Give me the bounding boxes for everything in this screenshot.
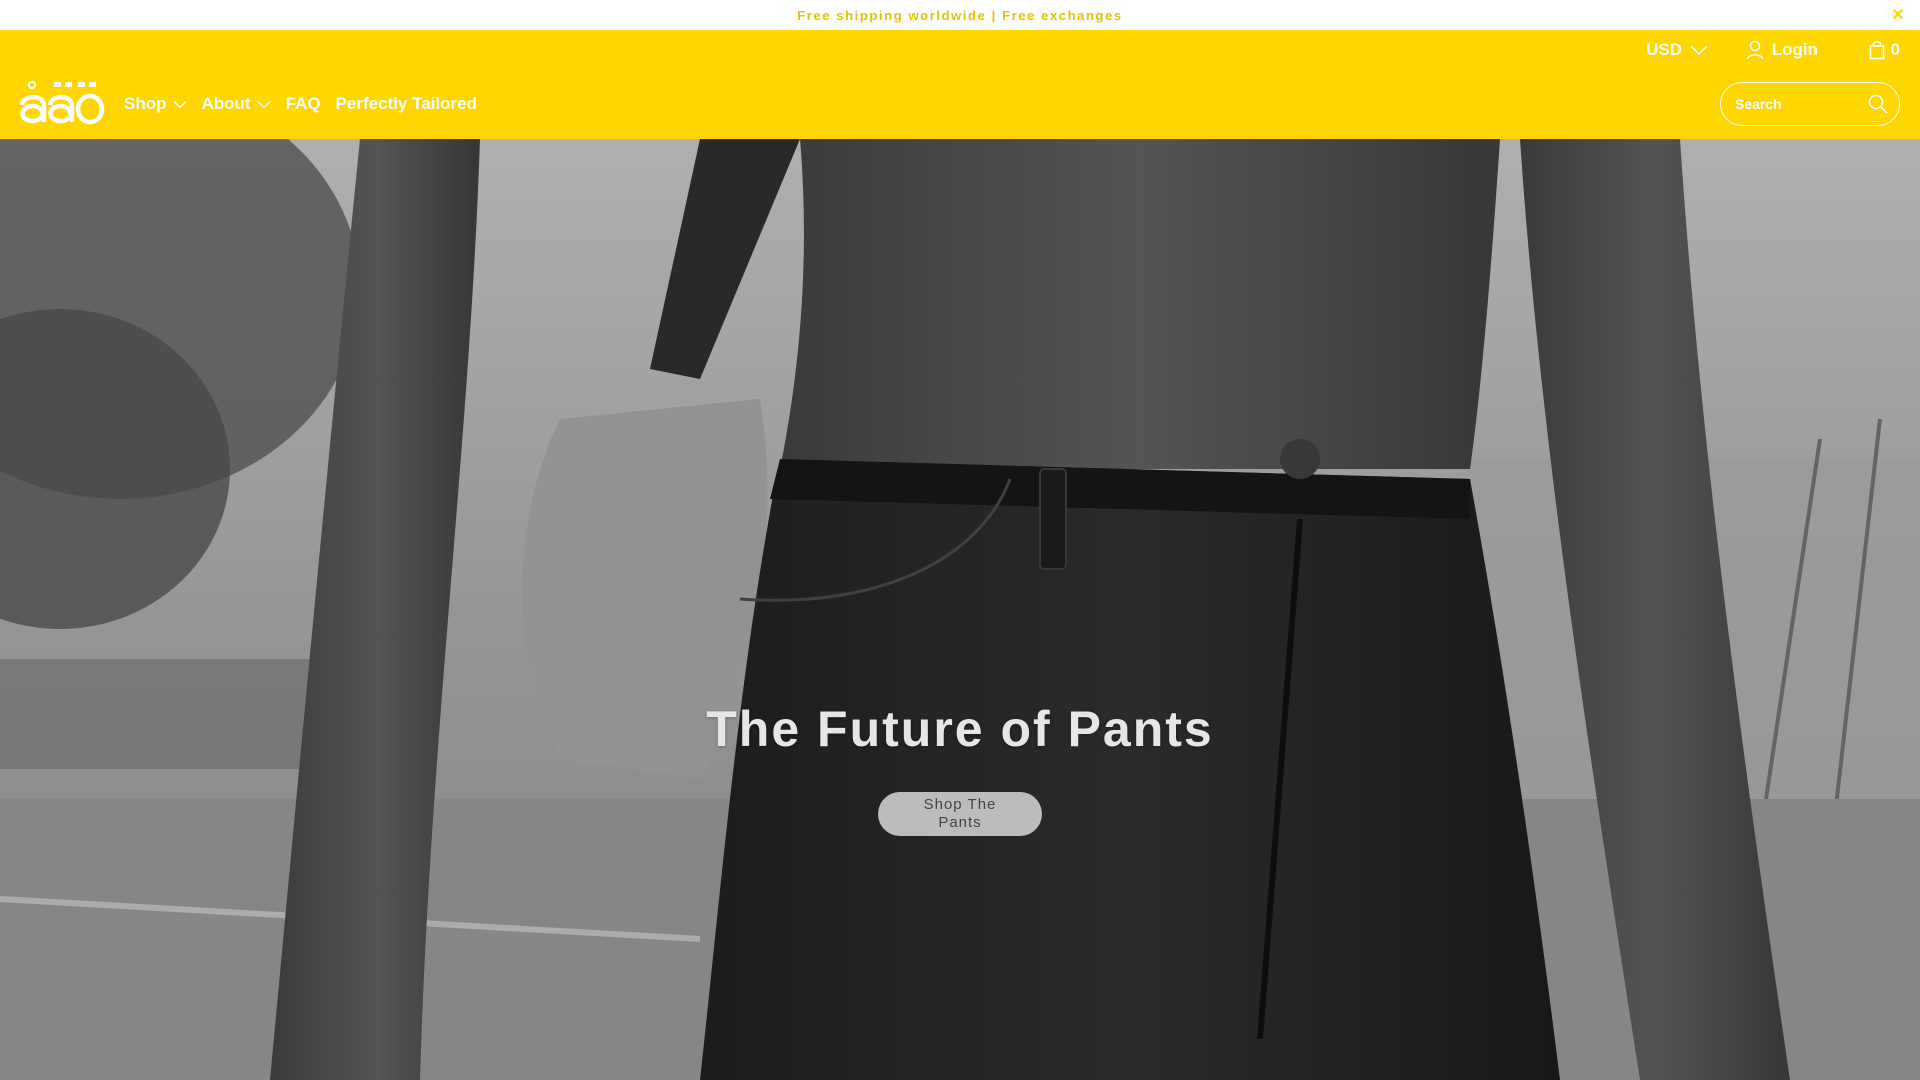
hero-banner: The Future of Pants Shop The Pants: [0, 139, 1920, 1080]
search-input[interactable]: [1735, 96, 1867, 112]
cart-link[interactable]: 0: [1869, 40, 1900, 60]
cart-count: 0: [1890, 40, 1900, 59]
utility-bar: USD Login 0: [0, 30, 1920, 70]
announcement-bar: Free shipping worldwide | Free exchanges…: [0, 0, 1920, 30]
primary-nav: Shop About FAQ Perfectly Tailored: [124, 92, 477, 116]
shop-the-pants-button[interactable]: Shop The Pants: [878, 792, 1042, 836]
nav-label: About: [201, 94, 251, 113]
main-nav-bar: Shop About FAQ Perfectly Tailored: [0, 70, 1920, 139]
site-header: USD Login 0 Shop About FAQ Perfectly Tai…: [0, 30, 1920, 139]
brand-logo[interactable]: [18, 78, 106, 126]
login-link[interactable]: Login: [1746, 40, 1818, 60]
nav-label: Perfectly Tailored: [335, 94, 477, 113]
search-button[interactable]: [1867, 93, 1889, 115]
announcement-text: Free shipping worldwide | Free exchanges: [797, 7, 1123, 23]
search-box: [1720, 82, 1900, 126]
chevron-down-icon: [172, 100, 187, 109]
close-icon[interactable]: ×: [1888, 5, 1908, 25]
nav-item-perfectly-tailored[interactable]: Perfectly Tailored: [336, 94, 477, 114]
nav-label: Shop: [124, 94, 167, 113]
nav-item-about[interactable]: About: [202, 94, 271, 114]
currency-label: USD: [1646, 40, 1682, 59]
nav-label: FAQ: [285, 94, 321, 113]
hero-title: The Future of Pants: [706, 701, 1214, 757]
nav-item-faq[interactable]: FAQ: [286, 94, 321, 114]
currency-selector[interactable]: USD: [1646, 40, 1708, 60]
chevron-down-icon: [1690, 45, 1708, 56]
search-icon: [1868, 94, 1888, 114]
user-icon: [1746, 40, 1764, 60]
nav-item-shop[interactable]: Shop: [124, 94, 187, 114]
hero-image: [0, 139, 1920, 1080]
logo-icon: [19, 80, 105, 125]
login-label: Login: [1771, 40, 1818, 59]
shopping-bag-icon: [1869, 40, 1884, 60]
chevron-down-icon: [257, 100, 271, 109]
